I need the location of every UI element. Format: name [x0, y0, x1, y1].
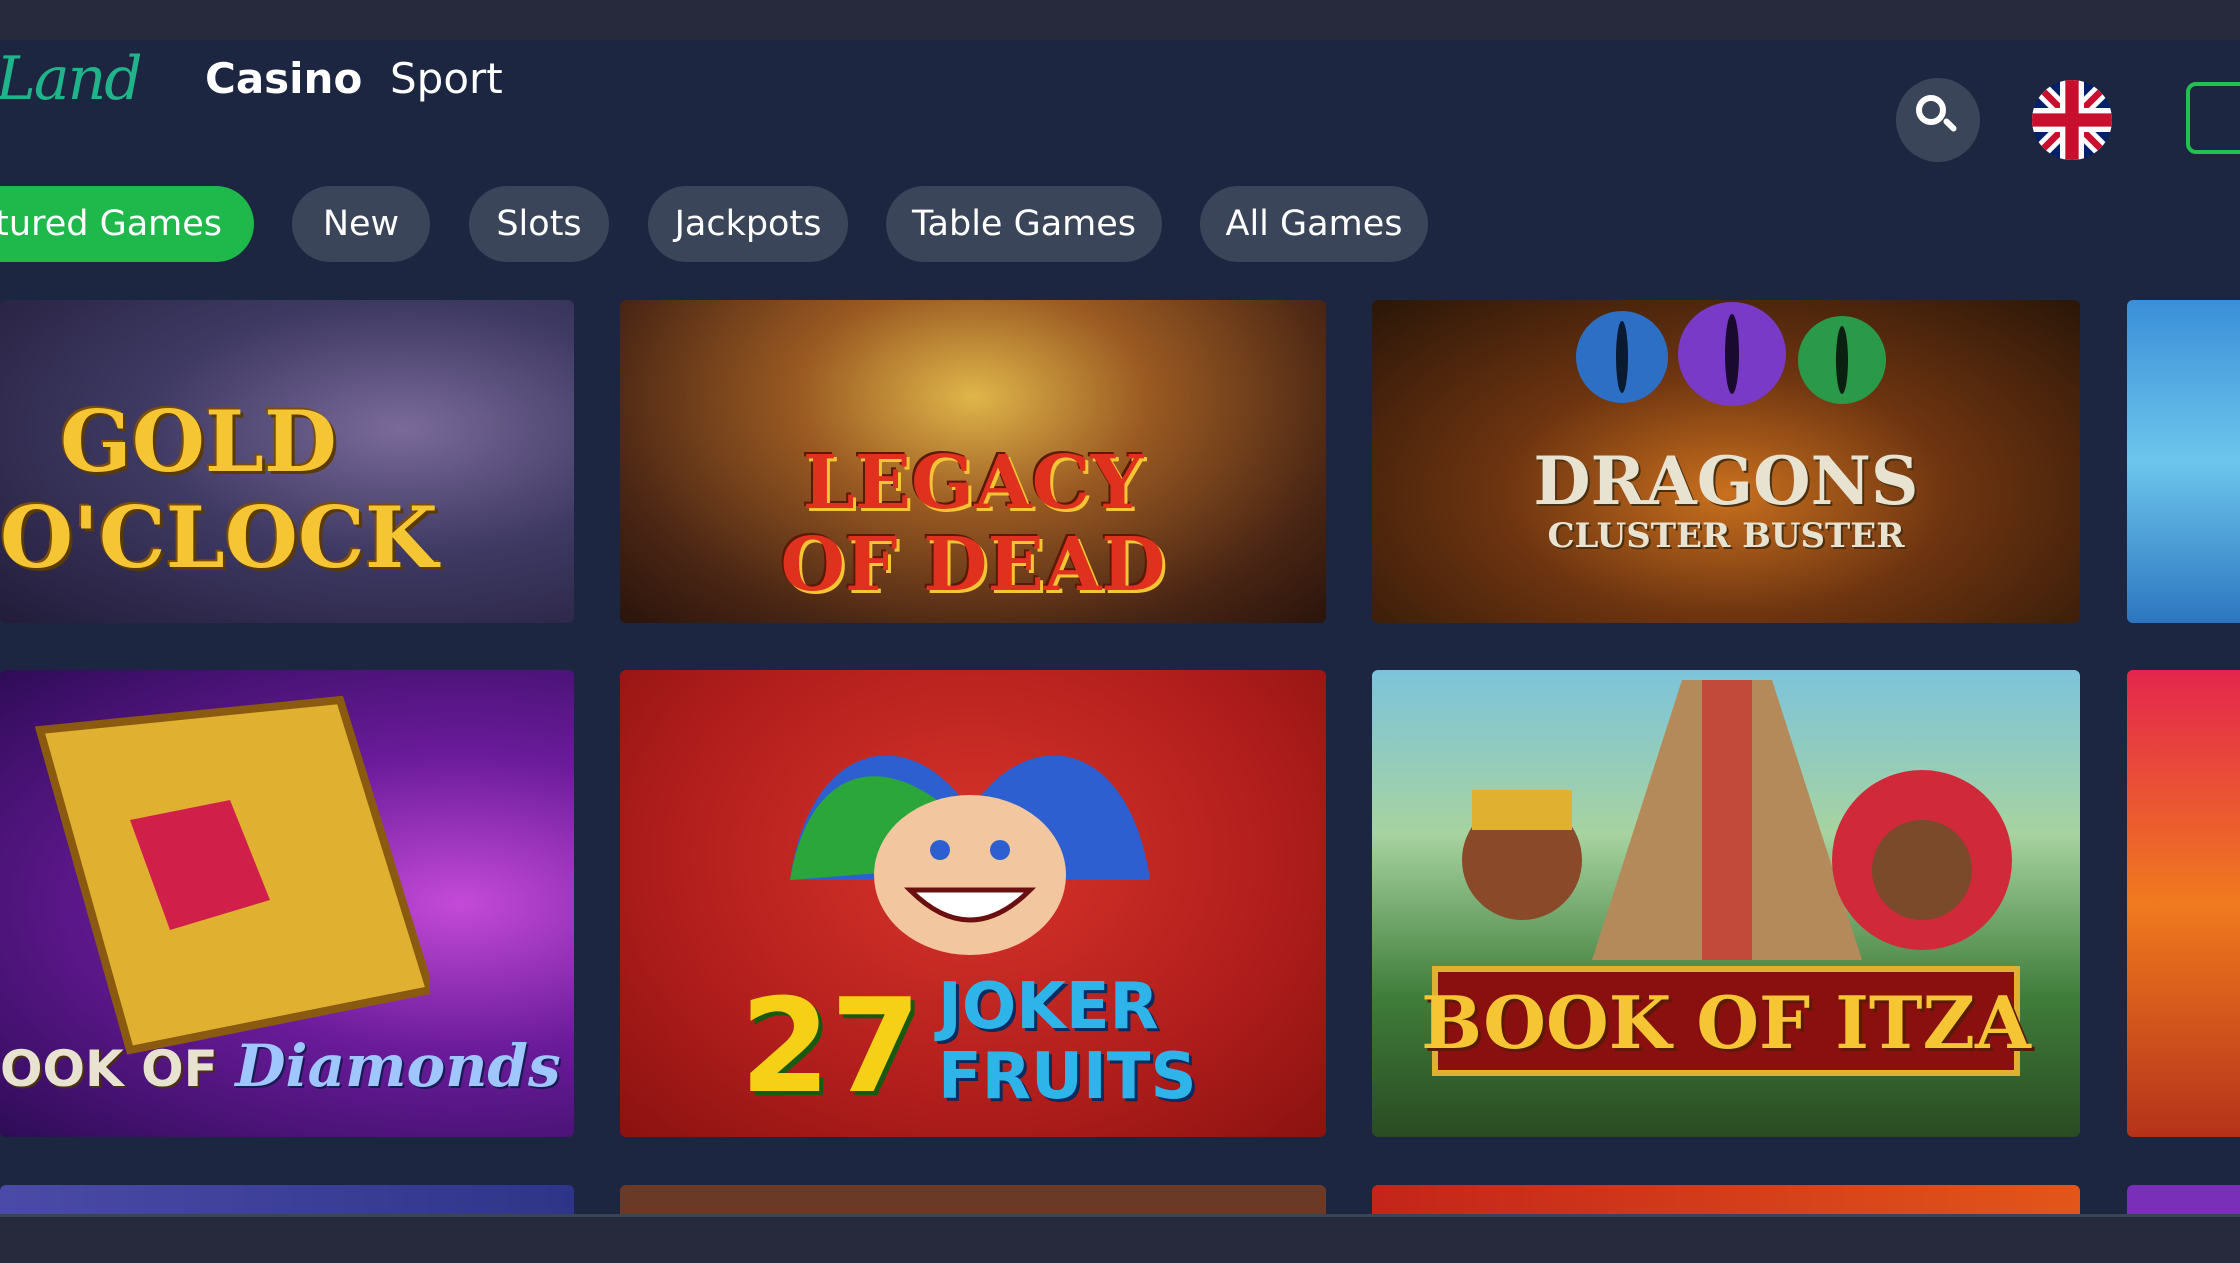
game-title: OOK OF Diamonds [0, 1032, 561, 1100]
game-title-line2: OF DEAD [780, 522, 1166, 608]
uk-flag-icon [2032, 80, 2112, 160]
jewel-book-icon [34, 695, 430, 1055]
nav-sport[interactable]: Sport [390, 54, 503, 103]
game-tile-partial[interactable] [2127, 670, 2240, 1137]
game-title-number: 27 [740, 970, 921, 1122]
browser-bottom-strip [0, 1214, 2240, 1263]
dragon-eyes-icon [1576, 302, 1886, 406]
warrior-icon [1462, 790, 1582, 920]
game-title-line2: O'CLOCK [0, 488, 438, 587]
game-title-line2: CLUSTER BUSTER [1547, 516, 1905, 556]
category-tabs: atured Games New Slots Jackpots Table Ga… [0, 186, 2240, 262]
browser-top-strip [0, 0, 2240, 40]
game-title-line2: FRUITS [938, 1040, 1197, 1114]
search-button[interactable] [1896, 78, 1980, 162]
site-logo[interactable]: Land [0, 44, 143, 114]
game-title: BOOK OF ITZA [1421, 980, 2031, 1065]
game-tile-27-joker-fruits[interactable]: 27 JOKER FRUITS [620, 670, 1326, 1137]
nav-casino[interactable]: Casino [205, 54, 362, 103]
jester-icon [790, 755, 1150, 955]
login-button-edge[interactable] [2186, 82, 2240, 154]
game-tile-dragons-cluster-buster[interactable]: DRAGONS CLUSTER BUSTER [1372, 300, 2080, 623]
game-title-line1: DRAGONS [1533, 442, 1919, 520]
tab-all-games[interactable]: All Games [1200, 186, 1428, 262]
language-selector[interactable] [2032, 80, 2112, 160]
game-title-line1: JOKER [938, 970, 1159, 1044]
site-header: Land Casino Sport [0, 40, 2240, 162]
game-title-line1: GOLD [60, 392, 337, 491]
game-tile-partial[interactable] [2127, 300, 2240, 623]
game-tile-book-of-itza[interactable]: BOOK OF ITZA [1372, 670, 2080, 1137]
game-tile-gold-oclock[interactable]: GOLD O'CLOCK [0, 300, 574, 623]
tab-slots[interactable]: Slots [469, 186, 609, 262]
tab-jackpots[interactable]: Jackpots [648, 186, 848, 262]
tab-featured-games[interactable]: atured Games [0, 186, 254, 262]
game-tile-book-of-diamonds[interactable]: OOK OF Diamonds [0, 670, 574, 1137]
tab-table-games[interactable]: Table Games [886, 186, 1162, 262]
priestess-icon [1832, 770, 2012, 950]
tab-new[interactable]: New [292, 186, 430, 262]
game-tile-legacy-of-dead[interactable]: LEGACY OF DEAD [620, 300, 1326, 623]
game-title-line1: LEGACY [802, 440, 1144, 526]
